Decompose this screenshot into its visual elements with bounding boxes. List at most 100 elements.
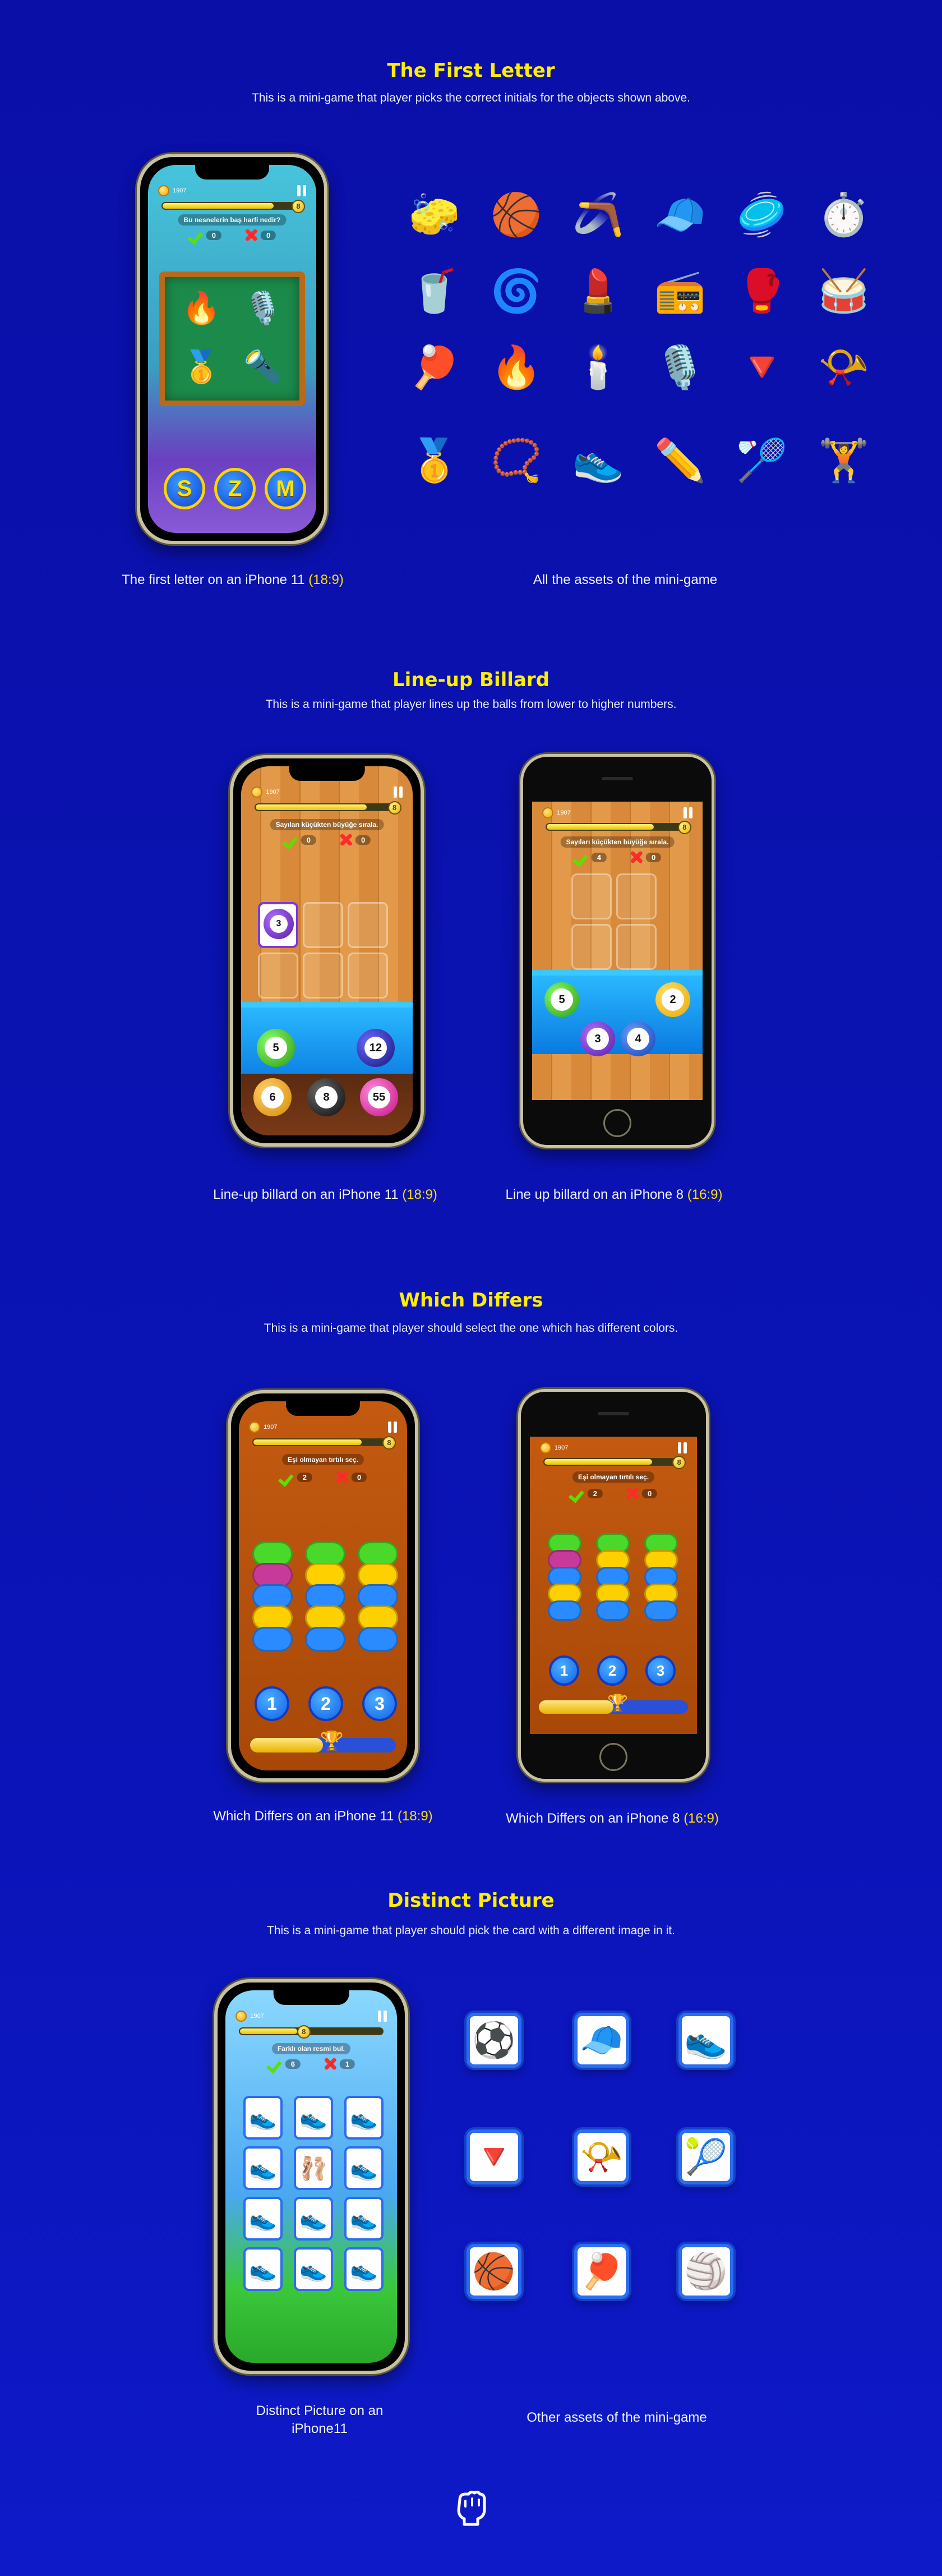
empty-slot[interactable] (303, 953, 343, 999)
trophy-icon: 🏆 (320, 1731, 344, 1752)
caterpillar-1[interactable] (548, 1533, 581, 1621)
asset-ping-pong: 🏓 (574, 2244, 629, 2299)
pause-button[interactable] (377, 2011, 387, 2022)
ball-4[interactable]: 4 (621, 1022, 655, 1056)
first-letter-iphone11: 1907 8 Bu nesnelerin baş harfi nedir? 00… (137, 154, 327, 544)
asset-tennis-ball: 🎾 (678, 2129, 733, 2184)
asset-soccer-ball: ⚽ (467, 2013, 521, 2068)
prompt-text: Eşi olmayan tırtılı seç. (281, 1454, 364, 1465)
progress-bar: 8 (252, 1436, 396, 1450)
asset-shuttlecock: 🏸 (736, 436, 788, 484)
letter-button-m[interactable]: M (265, 468, 306, 509)
differs-title: Which Differs (399, 1289, 543, 1312)
caterpillar-2[interactable] (596, 1533, 630, 1621)
card[interactable]: 👟 (243, 2146, 283, 2190)
board-item-3[interactable]: 🥇 (176, 342, 227, 392)
prompt-text: Sayıları küçükten büyüğe sırala. (560, 836, 675, 848)
card-distinct[interactable]: 🩰 (294, 2146, 333, 2190)
caterpillar-3[interactable] (358, 1542, 398, 1652)
pause-button[interactable] (297, 185, 306, 196)
card[interactable]: 👟 (344, 2197, 384, 2241)
chalkboard: 🔥 🎙️ 🥇 🔦 (159, 272, 305, 406)
ball-2[interactable]: 2 (655, 982, 690, 1017)
distinct-subtitle: This is a mini-game that player should p… (267, 1924, 675, 1937)
card[interactable]: 👟 (294, 2197, 333, 2241)
empty-slot[interactable] (571, 924, 612, 970)
answer-button-3[interactable]: 3 (362, 1686, 397, 1721)
pause-button[interactable] (388, 1422, 397, 1433)
progress-bar: 8 (255, 801, 401, 815)
answer-button-2[interactable]: 2 (597, 1655, 627, 1686)
ball-8[interactable]: 8 (307, 1078, 345, 1116)
home-button[interactable] (599, 1743, 627, 1771)
card[interactable]: 👟 (294, 2247, 333, 2291)
check-icon (574, 851, 589, 863)
first-letter-assets-caption: All the assets of the mini-game (533, 572, 718, 587)
asset-candle: 🕯️ (572, 343, 625, 390)
check-icon (279, 1471, 295, 1483)
board-item-2[interactable]: 🎙️ (238, 283, 288, 333)
placed-ball-slot[interactable]: 3 (258, 902, 298, 948)
differs-iphone11-caption: Which Differs on an iPhone 11 (18:9) (213, 1809, 433, 1824)
trophy-icon: 🏆 (607, 1694, 629, 1713)
caterpillar-1[interactable] (252, 1542, 293, 1652)
billard-subtitle: This is a mini-game that player lines up… (265, 698, 677, 711)
pause-button[interactable] (678, 1442, 687, 1453)
cross-icon (323, 2057, 338, 2071)
empty-slot[interactable] (571, 873, 612, 919)
empty-slot[interactable] (348, 902, 388, 948)
card[interactable]: 👟 (243, 2096, 283, 2140)
ball-5[interactable]: 5 (544, 982, 579, 1017)
letter-button-z[interactable]: Z (214, 468, 256, 509)
caterpillar-2[interactable] (305, 1542, 345, 1652)
differs-iphone11: 1907 8 Eşi olmayan tırtılı seç. 20 1 2 3… (228, 1390, 418, 1782)
pause-button[interactable] (683, 807, 692, 818)
ball-6[interactable]: 6 (253, 1078, 292, 1116)
first-letter-subtitle: This is a mini-game that player picks th… (251, 91, 690, 104)
billard-iphone11-caption: Line-up billard on an iPhone 11 (18:9) (213, 1187, 437, 1202)
ball-12[interactable]: 12 (357, 1029, 395, 1067)
first-letter-phone-caption: The first letter on an iPhone 11 (18:9) (122, 572, 344, 587)
ball-55[interactable]: 55 (360, 1078, 398, 1116)
prompt-text: Eşi olmayan tırtılı seç. (572, 1471, 655, 1483)
coin-icon (542, 807, 554, 818)
answer-button-1[interactable]: 1 (255, 1686, 289, 1721)
empty-slot[interactable] (348, 953, 388, 999)
card[interactable]: 👟 (243, 2247, 283, 2291)
asset-frisbee: 🥏 (736, 191, 788, 238)
ball-5[interactable]: 5 (257, 1029, 295, 1067)
billard-title: Line-up Billard (392, 669, 550, 691)
card[interactable]: 👟 (344, 2096, 384, 2140)
answer-button-1[interactable]: 1 (549, 1655, 579, 1686)
board-item-4[interactable]: 🔦 (238, 342, 288, 392)
empty-slot[interactable] (258, 953, 298, 999)
check-icon (267, 2058, 283, 2070)
asset-pencil: ✏️ (654, 436, 706, 484)
home-button[interactable] (603, 1109, 631, 1137)
board-item-1[interactable]: 🔥 (176, 283, 227, 333)
answer-button-3[interactable]: 3 (645, 1655, 676, 1686)
card[interactable]: 👟 (294, 2096, 333, 2140)
differs-subtitle: This is a mini-game that player should s… (264, 1322, 678, 1335)
empty-slot[interactable] (616, 924, 657, 970)
asset-necklace: 📿 (490, 436, 543, 484)
billard-iphone8-caption: Line up billard on an iPhone 8 (16:9) (505, 1187, 723, 1202)
pause-button[interactable] (393, 786, 403, 798)
card[interactable]: 👟 (243, 2197, 283, 2241)
answer-button-2[interactable]: 2 (308, 1686, 343, 1721)
asset-stopwatch: ⏱️ (818, 191, 870, 238)
letter-button-s[interactable]: S (164, 468, 205, 509)
empty-slot[interactable] (303, 902, 343, 948)
card[interactable]: 👟 (344, 2247, 384, 2291)
distinct-title: Distinct Picture (387, 1889, 555, 1912)
distinct-phone-caption: Distinct Picture on an iPhone11 (256, 2403, 384, 2436)
ball-3[interactable]: 3 (580, 1022, 615, 1056)
asset-basketball: 🏀 (490, 191, 543, 238)
caterpillar-3[interactable] (644, 1533, 678, 1621)
asset-lipstick: 💄 (572, 267, 625, 314)
asset-radio: 📻 (654, 267, 706, 314)
card[interactable]: 👟 (344, 2146, 384, 2190)
score-row: 00 (188, 228, 276, 242)
asset-dumbbell: 🏋️ (818, 436, 870, 484)
empty-slot[interactable] (616, 873, 657, 919)
